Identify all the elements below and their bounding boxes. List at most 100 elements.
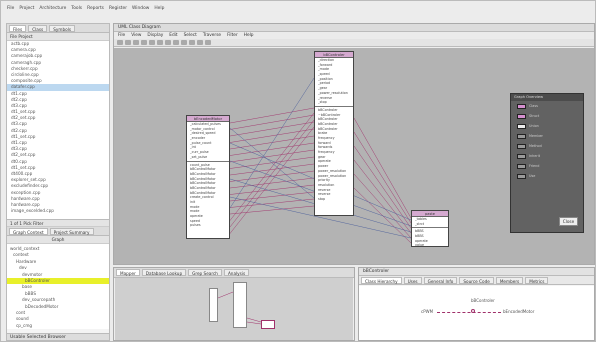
uml-diagram-window: UML Class Diagram File View Display Edit Sel… [113,23,595,265]
association-link [229,198,315,208]
legend-swatch [517,103,526,109]
hierarchy-line [437,311,501,313]
class-separator [187,160,229,162]
association-link [353,117,412,219]
diagram-menu-select[interactable]: Select [184,32,197,39]
legend-swatch [517,153,526,159]
diagram-menu-traverse[interactable]: Traverse [203,32,221,39]
menu-item-tools[interactable]: Tools [71,6,82,16]
file-pick-bar[interactable]: 1 of 1 Pick Filter [7,219,109,227]
menu-item-architecture[interactable]: Architecture [39,6,66,16]
filter-icon[interactable] [165,40,171,45]
overview-title: Graph Overview [511,94,583,101]
diagram-menu-filter[interactable]: Filter [227,32,238,39]
mapper-panel: Mapper Database Lookup Grep Search Analysis [113,267,355,341]
diagram-canvas[interactable]: bBControler _direction _forward _mode _speed… [114,48,594,264]
class-attribute: _set_pulse [190,154,208,159]
hierarchy-left-class[interactable]: cPWM [421,309,433,314]
zoom-in-icon[interactable] [133,40,139,45]
tab-graph-context[interactable]: Graph Context [9,227,48,235]
tab-uses[interactable]: Uses [403,276,422,284]
diagram-menu-help[interactable]: Help [244,32,254,39]
tab-analysis[interactable]: Analysis [223,269,250,276]
class-attribute: _power_resolution [318,90,348,95]
association-link [353,131,412,224]
refresh-icon[interactable] [189,40,195,45]
overview-legend: Class Struct Union Member Method Inherit Frien… [511,101,583,181]
search-icon[interactable] [181,40,187,45]
menu-item-register[interactable]: Register [109,6,127,16]
app-menubar: File Project Architecture Tools Reports Regis… [7,6,164,16]
left-pane: Files Class Symbols File Project actb.cpp c… [6,23,110,341]
tab-database-lookup[interactable]: Database Lookup [141,269,187,276]
print-icon[interactable] [197,40,203,45]
fit-view-icon[interactable] [149,40,155,45]
tab-class[interactable]: Class [28,24,48,32]
graph-overview-panel: Graph Overview Class Struct Union Member Met… [510,93,584,233]
graph-tab-bar: Graph Context Project Summary [7,227,109,236]
legend-label: Union [529,124,539,128]
close-button[interactable]: Close [559,217,578,226]
tab-source-code[interactable]: Source Code [459,276,494,284]
info-icon[interactable] [205,40,211,45]
menu-item-window[interactable]: Window [132,6,149,16]
hierarchy-right-class[interactable]: bEncodedMotor [503,309,534,314]
left-tab-bar: Files Class Symbols [7,24,109,33]
diagram-menu-file[interactable]: File [118,32,125,39]
tab-general-info[interactable]: General Info [423,276,458,284]
overview-legend-row: Class [511,101,583,111]
class-method: pulses [190,223,201,228]
tab-grep-search[interactable]: Grep Search [188,269,222,276]
diagram-menu-view[interactable]: View [131,32,141,39]
tab-members[interactable]: Members [495,276,524,284]
association-link [229,135,315,150]
diagram-title: UML Class Diagram [114,24,594,32]
tab-project-summary[interactable]: Project Summary [49,227,94,235]
tab-symbols[interactable]: Symbols [49,24,76,32]
pan-tool-icon[interactable] [125,40,131,45]
mapper-canvas[interactable] [115,278,353,340]
legend-swatch [517,163,526,169]
tab-mapper[interactable]: Mapper [116,269,140,276]
graph-tree[interactable]: world_context context Hardware dev devmotor b… [7,244,109,330]
association-link [229,107,315,124]
mapper-links [217,291,262,325]
diagram-menu-display[interactable]: Display [147,32,163,39]
hierarchy-panel-title: bBControler [359,268,594,276]
diagram-menu-edit[interactable]: Edit [169,32,177,39]
layout-icon[interactable] [157,40,163,45]
diagram-menubar: File View Display Edit Select Traverse Filter H… [114,32,594,39]
menu-item-project[interactable]: Project [19,6,34,16]
hierarchy-node-label[interactable]: bBControler [471,298,495,303]
grid-icon[interactable] [173,40,179,45]
tab-files[interactable]: Files [9,24,27,32]
legend-swatch [517,113,526,119]
class-hierarchy-panel: bBControler Class Hierarchy Uses General I… [358,267,595,341]
class-box-bencodedmotor[interactable]: bEncodedMotor _calculated_pulses _motor_co… [186,115,230,239]
overview-legend-row: Struct [511,111,583,121]
tab-class-hierarchy[interactable]: Class Hierarchy [361,276,402,284]
class-box-bbcontroler[interactable]: bBControler _direction _forward _mode _speed… [314,51,354,216]
class-separator [315,105,353,107]
menu-item-file[interactable]: File [7,6,14,16]
file-list[interactable]: actb.cpp camera.cpp camerajob.cpp cameragh.… [7,41,109,219]
class-box-paste[interactable]: paste _tables _strct bBBS bBBS operate value [411,210,449,247]
association-link [229,142,315,156]
tree-node[interactable]: cp_cmg [7,323,109,329]
diagram-toolbar [114,39,594,47]
class-method: stop [318,196,326,201]
legend-swatch [517,133,526,139]
menu-item-reports[interactable]: Reports [87,6,104,16]
tab-metrics[interactable]: Metrics [525,276,549,284]
legend-label: Use [529,174,536,178]
graph-label: Graph [7,236,109,244]
zoom-out-icon[interactable] [141,40,147,45]
class-method: value [415,243,425,247]
hierarchy-canvas[interactable]: bBControler cPWM bEncodedMotor [359,286,594,340]
legend-swatch [517,143,526,149]
file-item[interactable]: image_excelded.cpp [7,208,109,214]
association-link [229,205,315,215]
menu-item-help[interactable]: Help [154,6,164,16]
association-link [229,127,315,199]
select-tool-icon[interactable] [117,40,123,45]
